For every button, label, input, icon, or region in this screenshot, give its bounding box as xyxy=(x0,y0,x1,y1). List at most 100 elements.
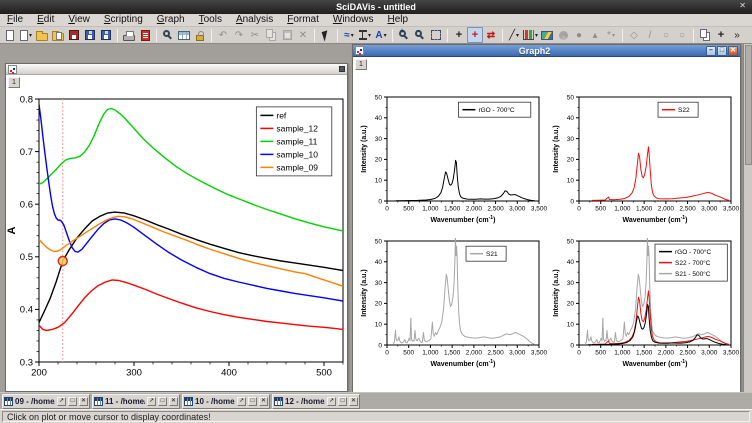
add-layer-button[interactable]: + xyxy=(713,27,729,43)
svg-text:0: 0 xyxy=(385,350,389,357)
taskbar-maximize-icon[interactable]: □ xyxy=(248,397,257,406)
import-data-button[interactable] xyxy=(66,27,82,43)
menu-edit[interactable]: Edit xyxy=(30,14,61,26)
menu-file[interactable]: File xyxy=(0,14,30,26)
plot-window-1-titlebar[interactable] xyxy=(6,64,347,75)
svg-text:20: 20 xyxy=(375,157,383,164)
mask-tool-icon: ○ xyxy=(663,30,669,41)
menu-graph[interactable]: Graph xyxy=(150,14,192,26)
window-minimize-icon[interactable]: – xyxy=(706,46,716,56)
window-maximize-icon[interactable]: □ xyxy=(717,46,727,56)
plot-window-1[interactable]: 2003004005000.30.40.50.60.70.8Arefsample… xyxy=(5,63,348,392)
scrollbar-thumb[interactable] xyxy=(745,45,752,165)
raman-plot-combined[interactable]: 05001,0001,5002,0002,5003,0003,500010203… xyxy=(549,233,739,373)
app-titlebar[interactable]: SciDAVis - untitled ✕ xyxy=(0,0,752,14)
menu-help[interactable]: Help xyxy=(380,14,415,26)
raman-plot-s21[interactable]: 05001,0001,5002,0002,5003,0003,500010203… xyxy=(357,233,547,373)
add-text-button[interactable]: A▾ xyxy=(373,27,389,43)
open-project-icon xyxy=(36,33,48,41)
taskbar-item-1[interactable]: 09 - /home/...↗□✕ xyxy=(2,394,90,409)
toolbar-separator xyxy=(314,29,315,42)
arrange-layers-button[interactable] xyxy=(697,27,713,43)
taskbar-undock-icon[interactable]: ↗ xyxy=(147,397,156,406)
window-menu-icon[interactable] xyxy=(339,66,345,72)
save-project-button[interactable] xyxy=(82,27,98,43)
open-project-button[interactable] xyxy=(34,27,50,43)
add-curve-button[interactable]: ≈▾ xyxy=(341,27,357,43)
svg-text:0.4: 0.4 xyxy=(20,305,33,316)
draw-line-button[interactable]: ╱▾ xyxy=(506,27,522,43)
new-project-button[interactable] xyxy=(2,27,18,43)
dropdown-arrow-icon: ▾ xyxy=(516,32,519,39)
layer-button[interactable]: 1 xyxy=(355,59,367,70)
menu-view[interactable]: View xyxy=(61,14,97,26)
redo-button: ↷ xyxy=(231,27,247,43)
results-log-button[interactable] xyxy=(176,27,192,43)
open-template-button[interactable] xyxy=(50,27,66,43)
overflow-button[interactable]: » xyxy=(729,27,745,43)
menu-analysis[interactable]: Analysis xyxy=(229,14,280,26)
taskbar-undock-icon[interactable]: ↗ xyxy=(237,397,246,406)
select-data-range-button[interactable]: ⇄ xyxy=(483,27,499,43)
rescale-to-show-all-button[interactable] xyxy=(428,27,444,43)
lock-toolbars-button[interactable] xyxy=(192,27,208,43)
save-project-icon xyxy=(85,30,95,40)
svg-text:1,000: 1,000 xyxy=(614,206,631,213)
print-button[interactable] xyxy=(121,27,137,43)
layer-button[interactable]: 1 xyxy=(8,77,20,88)
add-image-button[interactable] xyxy=(539,27,555,43)
svg-text:rGO - 700°C: rGO - 700°C xyxy=(675,248,711,256)
delete-icon: ✕ xyxy=(299,30,307,41)
absorbance-plot[interactable]: 2003004005000.30.40.50.60.70.8Arefsample… xyxy=(6,75,347,391)
menu-format[interactable]: Format xyxy=(280,14,326,26)
taskbar-item-4[interactable]: 12 - /home/...↗□✕ xyxy=(272,394,360,409)
graph2-titlebar[interactable]: Graph2 –□✕ xyxy=(353,45,740,57)
select-pointer-button[interactable] xyxy=(318,27,334,43)
status-bar: Click on plot or move cursor to display … xyxy=(0,409,752,423)
taskbar-item-3[interactable]: 10 - /home/...↗□✕ xyxy=(182,394,270,409)
app-title: SciDAVis - untitled xyxy=(336,2,416,12)
plot-type-button[interactable]: ▾ xyxy=(522,27,539,43)
taskbar-undock-icon[interactable]: ↗ xyxy=(327,397,336,406)
svg-text:400: 400 xyxy=(221,368,237,379)
zoom-out-button[interactable]: − xyxy=(412,27,428,43)
app-close-icon[interactable]: ✕ xyxy=(739,1,746,10)
toolbar-separator xyxy=(156,29,157,42)
taskbar-close-icon[interactable]: ✕ xyxy=(169,397,178,406)
taskbar-close-icon[interactable]: ✕ xyxy=(259,397,268,406)
plot-3d-button: ● xyxy=(571,27,587,43)
new-aspect-button[interactable]: ▾ xyxy=(18,27,34,43)
project-explorer-button[interactable] xyxy=(160,27,176,43)
taskbar-undock-icon[interactable]: ↗ xyxy=(57,397,66,406)
plot-pie-icon xyxy=(559,31,568,40)
screen-reader-button[interactable]: + xyxy=(451,27,467,43)
raman-plot-s22[interactable]: 05001,0001,5002,0002,5003,0003,500010203… xyxy=(549,89,739,229)
taskbar-close-icon[interactable]: ✕ xyxy=(79,397,88,406)
menu-bar: FileEditViewScriptingGraphToolsAnalysisF… xyxy=(0,14,752,27)
raman-plot-rgo[interactable]: 05001,0001,5002,0002,5003,0003,500010203… xyxy=(357,89,547,229)
taskbar-close-icon[interactable]: ✕ xyxy=(349,397,358,406)
results-log-icon xyxy=(178,31,190,40)
graph2-window[interactable]: Graph2 –□✕ 1 05001,0001,5002,0002,5003,0… xyxy=(352,44,741,392)
taskbar-maximize-icon[interactable]: □ xyxy=(68,397,77,406)
svg-text:3,500: 3,500 xyxy=(531,206,547,213)
add-error-bars-button[interactable]: ▾ xyxy=(357,27,373,43)
data-reader-button[interactable]: + xyxy=(467,27,483,43)
zoom-in-button[interactable]: + xyxy=(396,27,412,43)
menu-tools[interactable]: Tools xyxy=(192,14,229,26)
copy-icon xyxy=(266,29,273,38)
taskbar-item-2[interactable]: 11 - /home/...↗□✕ xyxy=(92,394,180,409)
select-data-range-icon: ⇄ xyxy=(487,30,495,41)
menu-scripting[interactable]: Scripting xyxy=(97,14,150,26)
save-as-button[interactable] xyxy=(98,27,114,43)
export-pdf-button[interactable] xyxy=(137,27,153,43)
special-plot-icon: * xyxy=(607,30,611,41)
taskbar-maximize-icon[interactable]: □ xyxy=(158,397,167,406)
svg-text:2,000: 2,000 xyxy=(658,350,675,357)
menu-windows[interactable]: Windows xyxy=(326,14,381,26)
workspace-vertical-scrollbar[interactable] xyxy=(743,44,752,392)
window-close-icon[interactable]: ✕ xyxy=(728,46,738,56)
svg-text:40: 40 xyxy=(375,115,383,122)
taskbar-maximize-icon[interactable]: □ xyxy=(338,397,347,406)
main-toolbar: ▾↶↷✂✕≈▾▾A▾+−++⇄╱▾▾●▴*▾◇/○○+» xyxy=(0,27,752,44)
